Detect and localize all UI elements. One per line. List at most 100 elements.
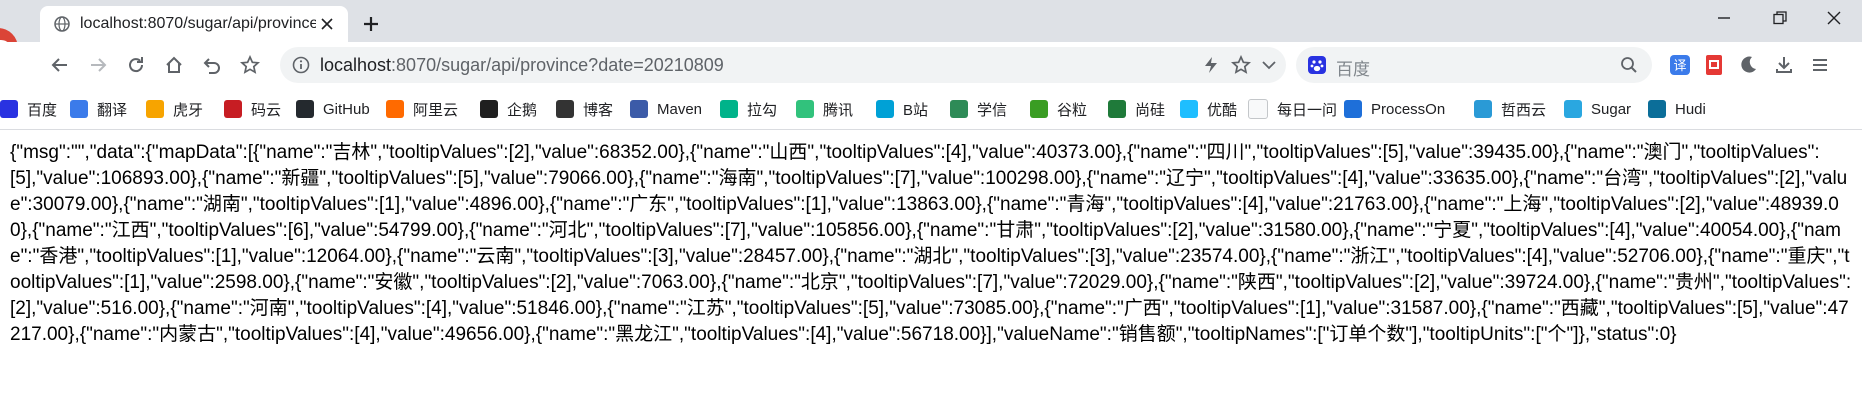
translate-icon: 译: [1670, 55, 1690, 75]
download-button[interactable]: [1768, 49, 1800, 81]
bookmark-item[interactable]: 翻译: [70, 98, 127, 120]
bookmark-label: 优酷: [1207, 101, 1238, 119]
zhexiyun-icon: [1474, 100, 1492, 118]
new-tab-button[interactable]: [356, 9, 386, 39]
undo-icon: [203, 58, 220, 74]
bookmark-label: 腾讯: [823, 101, 854, 119]
back-button[interactable]: [44, 49, 76, 81]
close-icon[interactable]: [316, 13, 338, 35]
processon-icon: [1344, 100, 1362, 118]
bookmark-item[interactable]: Sugar: [1564, 98, 1631, 120]
bookmark-label: 哲西云: [1501, 101, 1547, 119]
lightning-icon[interactable]: [1200, 54, 1222, 76]
github-icon: [296, 100, 314, 118]
sugar-icon: [1564, 100, 1582, 118]
bookmark-item[interactable]: 阿里云: [386, 98, 458, 120]
close-window-icon: [1827, 11, 1841, 25]
restore-icon: [1773, 11, 1787, 25]
bookmark-label: GitHub: [323, 100, 370, 118]
minimize-icon: [1718, 17, 1730, 19]
home-icon: [166, 56, 182, 73]
tab-title: localhost:8070/sugar/api/province?date=2…: [80, 15, 316, 32]
pdf-icon: [1706, 55, 1722, 75]
bilibili-icon: [876, 100, 894, 118]
atguigu-icon: [1108, 100, 1126, 118]
bookmark-item[interactable]: 码云: [224, 98, 281, 120]
translate-extension-button[interactable]: 译: [1664, 49, 1696, 81]
aliyun-icon: [386, 100, 404, 118]
bookmark-label: 码云: [251, 101, 282, 119]
lagou-icon: [720, 100, 738, 118]
bookmark-item[interactable]: 博客: [556, 98, 613, 120]
bookmark-label: 翻译: [97, 101, 128, 119]
bookmark-star-button[interactable]: [234, 49, 266, 81]
close-window-button[interactable]: [1806, 0, 1862, 36]
bookmark-item[interactable]: 企鹅: [480, 98, 537, 120]
bookmark-item[interactable]: Maven: [630, 98, 702, 120]
bookmark-item[interactable]: 百度: [0, 98, 57, 120]
bookmark-label: 每日一问: [1277, 101, 1338, 119]
gitee-icon: [224, 100, 242, 118]
blog-icon: [556, 100, 574, 118]
home-button[interactable]: [158, 49, 190, 81]
download-icon: [1776, 57, 1792, 73]
bookmark-item[interactable]: 腾讯: [796, 98, 853, 120]
svg-text:译: 译: [1673, 59, 1686, 74]
bookmark-label: 博客: [583, 101, 614, 119]
minimize-button[interactable]: [1696, 0, 1752, 36]
bookmark-label: B站: [903, 101, 929, 119]
plus-icon: [364, 17, 378, 31]
bookmark-label: 阿里云: [413, 101, 459, 119]
hamburger-icon: [1813, 59, 1827, 71]
xuexin-icon: [950, 100, 968, 118]
dark-mode-button[interactable]: [1732, 49, 1764, 81]
bookmark-item[interactable]: 哲西云: [1474, 98, 1546, 120]
menu-button[interactable]: [1804, 49, 1836, 81]
baidu-icon: [0, 100, 18, 118]
tab-strip: localhost:8070/sugar/api/province?date=2…: [0, 0, 1862, 68]
bookmark-label: Hudi: [1675, 100, 1706, 118]
globe-icon: [54, 16, 70, 32]
reload-button[interactable]: [120, 49, 152, 81]
star-outline-icon: [240, 55, 260, 74]
bookmark-item[interactable]: 拉勾: [720, 98, 777, 120]
guli-icon: [1030, 100, 1048, 118]
huya-icon: [146, 100, 164, 118]
bookmark-item[interactable]: 优酷: [1180, 98, 1237, 120]
chevron-down-icon[interactable]: [1258, 54, 1280, 76]
undo-button[interactable]: [196, 49, 228, 81]
search-placeholder: 百度: [1336, 60, 1370, 79]
pdf-extension-button[interactable]: [1698, 49, 1730, 81]
bookmark-item[interactable]: GitHub: [296, 98, 370, 120]
translate-icon: [70, 100, 88, 118]
bookmark-label: 拉勾: [747, 101, 778, 119]
bookmark-item[interactable]: Hudi: [1648, 98, 1706, 120]
url-text[interactable]: localhost:8070/sugar/api/province?date=2…: [320, 55, 724, 75]
restore-button[interactable]: [1752, 0, 1808, 36]
json-response-text: {"msg":"","data":{"mapData":[{"name":"吉林…: [10, 142, 1852, 345]
tab-active[interactable]: localhost:8070/sugar/api/province?date=2…: [40, 6, 348, 42]
bookmark-item[interactable]: 学信: [950, 98, 1007, 120]
penguin-icon: [480, 100, 498, 118]
bookmark-item[interactable]: 尚硅: [1108, 98, 1165, 120]
bookmarks-bar: 百度 翻译 虎牙 码云 GitHub 阿里云 企鹅 博客 Maven 拉勾 腾讯 B站 学信 谷粒 尚硅 优酷…: [0, 88, 1862, 130]
bookmark-label: 学信: [977, 101, 1008, 119]
baidu-paw-icon: [1308, 56, 1326, 74]
info-icon[interactable]: [292, 56, 310, 74]
bookmark-item[interactable]: ProcessOn: [1344, 98, 1445, 120]
maven-icon: [630, 100, 648, 118]
bookmark-item[interactable]: 谷粒: [1030, 98, 1087, 120]
address-bar[interactable]: localhost:8070/sugar/api/province?date=2…: [280, 47, 1286, 83]
search-icon[interactable]: [1620, 56, 1638, 74]
bookmark-item[interactable]: 每日一问: [1248, 98, 1337, 120]
bookmark-item[interactable]: B站: [876, 98, 928, 120]
bookmark-label: Sugar: [1591, 100, 1632, 118]
browser-toolbar: localhost:8070/sugar/api/province?date=2…: [0, 42, 1862, 88]
star-outline-icon[interactable]: [1230, 54, 1252, 76]
forward-button[interactable]: [82, 49, 114, 81]
bookmark-item[interactable]: 虎牙: [146, 98, 203, 120]
reload-icon: [129, 57, 144, 73]
bookmark-label: 百度: [27, 101, 58, 119]
tencent-video-icon: [796, 100, 814, 118]
search-box[interactable]: 百度: [1296, 47, 1652, 83]
